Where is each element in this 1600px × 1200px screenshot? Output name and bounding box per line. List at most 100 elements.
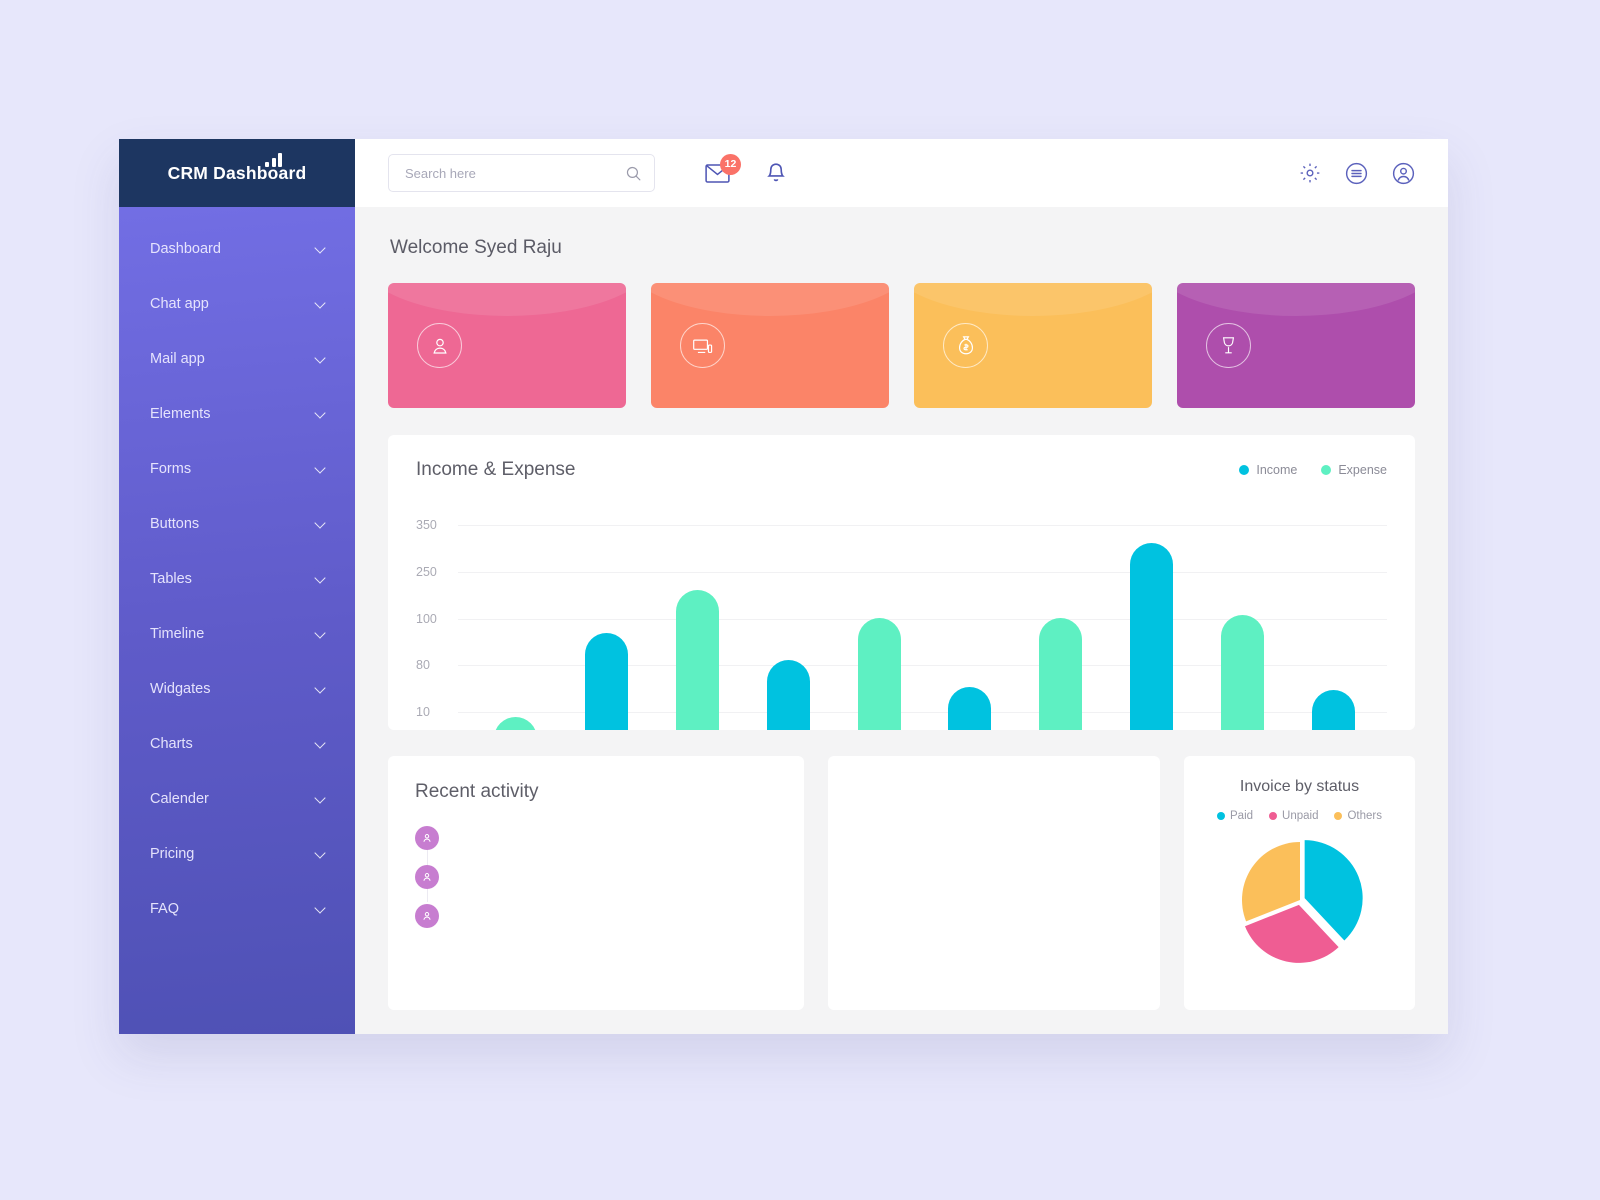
bar-group [652,519,743,730]
invoice-pie-chart [1230,830,1370,975]
bar-expense[interactable] [675,589,719,730]
monitor-icon [680,323,725,368]
bar-income[interactable] [1312,689,1356,730]
bar-expense[interactable] [1221,614,1265,730]
bell-icon[interactable] [766,162,786,185]
bar-expense[interactable] [857,617,901,730]
activity-actions [453,870,772,882]
invoice-by-status-card: Invoice by status Paid Unpaid Others [1184,756,1415,1010]
pie-svg [1241,840,1363,963]
bar-expense[interactable] [1039,617,1083,730]
recent-activity-card: Recent activity [388,756,804,1010]
invoice-chart-title: Invoice by status [1239,778,1360,795]
sidebar-item-label: Charts [150,735,193,752]
legend-label: Expense [1338,463,1387,477]
stat-card-active-user[interactable] [388,283,626,408]
chevron-down-icon [316,518,327,529]
bar-group [470,519,561,730]
stat-card-plus-expense[interactable] [1177,283,1415,408]
avatar [415,904,439,928]
income-expense-chart-card: Income & Expense Income Expense 350 250 100… [388,435,1415,730]
topbar-actions [1299,162,1415,185]
chevron-down-icon [316,793,327,804]
legend-dot [1269,812,1278,820]
bar-income[interactable] [1130,543,1174,730]
legend-item-income: Income [1239,463,1297,477]
sidebar-item-forms[interactable]: Forms [119,441,355,496]
legend-dot [1334,812,1343,820]
activity-actions [453,909,772,921]
sidebar-item-label: Elements [150,405,211,422]
sidebar-item-dashboard[interactable]: Dashboard [119,221,355,276]
sidebar-item-pricing[interactable]: Pricing [119,826,355,881]
bar-income[interactable] [766,659,810,730]
invoice-chart-legend: Paid Unpaid Others [1217,810,1382,822]
bar-group [743,519,834,730]
chart-header: Income & Expense Income Expense [416,459,1387,481]
bar-income[interactable] [948,686,992,730]
topbar: 12 [355,139,1448,207]
activity-item [415,904,780,928]
chevron-down-icon [316,298,327,309]
legend-dot [1239,465,1250,475]
bar-group [561,519,652,730]
right-column: 12 [355,139,1448,1034]
bar-chart-logo-icon [265,153,282,167]
sidebar-item-faq[interactable]: FAQ [119,881,355,936]
chevron-down-icon [316,738,327,749]
brand-title: CRM Dashboard [167,162,307,183]
chart-legend: Income Expense [1239,463,1387,477]
sidebar-item-mail-app[interactable]: Mail app [119,331,355,386]
stat-card-plus-income[interactable] [914,283,1152,408]
money-bag-icon [943,323,988,368]
brand-header[interactable]: CRM Dashboard [119,139,355,207]
sidebar-item-charts[interactable]: Charts [119,716,355,771]
invoice-legend-label: Others [1347,810,1382,822]
sidebar-item-label: Widgates [150,680,211,697]
sidebar-item-widgates[interactable]: Widgates [119,661,355,716]
search-input[interactable] [405,165,625,181]
stat-card-active-project[interactable] [651,283,889,408]
legend-item-expense: Expense [1321,463,1387,477]
sidebar-item-timeline[interactable]: Timeline [119,606,355,661]
bar-income[interactable] [584,633,628,730]
chevron-down-icon [316,243,327,254]
sidebar-item-calender[interactable]: Calender [119,771,355,826]
search-box[interactable] [388,154,655,192]
user-circle-icon[interactable] [1392,162,1415,185]
sidebar-item-label: Dashboard [150,240,221,257]
mail-button[interactable]: 12 [705,153,741,183]
activity-item [415,865,780,889]
page-root: CRM Dashboard Dashboard Chat app Mail app E… [0,0,1600,1200]
y-axis-tick: 100 [416,611,437,626]
revenue-card [828,756,1160,1010]
sidebar-item-label: Mail app [150,350,205,367]
chevron-down-icon [316,463,327,474]
bar-group [834,519,925,730]
search-icon[interactable] [625,165,642,182]
bar-group [1106,519,1197,730]
sidebar-nav: Dashboard Chat app Mail app Elements Forms Bu… [119,207,355,936]
bottom-row: Recent activity Invoice by status Paid Un… [388,756,1415,1010]
sidebar-item-label: Buttons [150,515,200,532]
activity-item [415,826,780,850]
chevron-down-icon [316,628,327,639]
sidebar-item-elements[interactable]: Elements [119,386,355,441]
chevron-down-icon [316,408,327,419]
legend-dot [1217,812,1225,820]
legend-dot [1321,465,1332,475]
user-icon [417,323,462,368]
activity-list [415,826,780,928]
recent-activity-title: Recent activity [415,781,539,802]
sidebar-item-buttons[interactable]: Buttons [119,496,355,551]
sidebar-item-tables[interactable]: Tables [119,551,355,606]
chevron-down-icon [316,573,327,584]
sidebar-item-label: Forms [150,460,192,477]
menu-circle-icon[interactable] [1345,162,1368,185]
bar-expense[interactable] [493,716,537,730]
app-window: CRM Dashboard Dashboard Chat app Mail app E… [119,139,1448,1034]
sidebar-item-chat-app[interactable]: Chat app [119,276,355,331]
sidebar-item-label: Chat app [150,295,209,312]
invoice-legend-others: Others [1334,810,1382,822]
gear-icon[interactable] [1299,162,1321,184]
